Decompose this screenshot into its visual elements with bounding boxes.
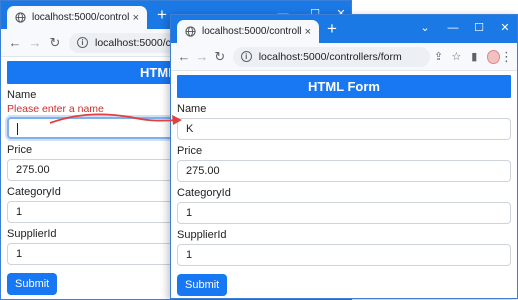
address-bar[interactable]: i localhost:5000/controllers/form [232,46,430,67]
new-tab-button[interactable]: + [157,5,167,25]
text-caret [17,123,18,136]
menu-dots-icon[interactable]: ⋮ [500,50,513,63]
close-tab-icon[interactable]: × [305,26,311,38]
back-arrow-icon[interactable]: ← [5,35,25,50]
tab-title: localhost:5000/controllers/form [32,12,129,23]
globe-icon [15,12,26,23]
tab-bar: localhost:5000/controllers/form × + ⌄ — … [171,15,517,43]
profile-avatar-icon[interactable] [487,49,501,64]
forward-arrow-icon[interactable]: → [25,35,45,50]
reload-icon[interactable]: ↻ [45,35,65,51]
url-text: localhost:5000/controllers/form [258,50,402,63]
browser-tab[interactable]: localhost:5000/controllers/form × [7,6,147,29]
window-close-button[interactable]: ✕ [493,19,517,37]
share-icon[interactable]: ⇪ [430,50,448,63]
form-header: HTML Form [177,75,511,98]
supplier-id-label: SupplierId [177,229,227,241]
back-arrow-icon[interactable]: ← [175,49,193,64]
submit-button[interactable]: Submit [7,273,58,295]
submit-button[interactable]: Submit [177,274,228,296]
price-label: Price [177,145,203,157]
close-tab-icon[interactable]: × [133,12,139,24]
maximize-button[interactable]: ☐ [467,19,491,37]
name-label: Name [177,103,207,115]
new-tab-button[interactable]: + [327,19,337,39]
side-panel-icon[interactable]: ▮ [465,50,483,63]
browser-toolbar: ← → ↻ i localhost:5000/controllers/form … [171,43,517,71]
form-page: HTML Form Name K Price 275.00 CategoryId… [171,71,517,298]
forward-arrow-icon[interactable]: → [193,49,211,64]
tab-search-icon[interactable]: ⌄ [413,19,437,37]
info-icon[interactable]: i [240,51,252,62]
reload-icon[interactable]: ↻ [211,49,229,65]
browser-tab[interactable]: localhost:5000/controllers/form × [177,20,319,43]
category-id-label: CategoryId [177,187,231,199]
supplier-id-input[interactable]: 1 [177,244,511,266]
name-input[interactable]: K [177,118,511,140]
price-input[interactable]: 275.00 [177,160,511,182]
info-icon[interactable]: i [77,37,88,48]
globe-icon [185,26,196,37]
category-id-input[interactable]: 1 [177,202,511,224]
minimize-button[interactable]: — [441,19,465,37]
tab-title: localhost:5000/controllers/form [202,26,301,37]
browser-window-front: localhost:5000/controllers/form × + ⌄ — … [170,14,518,299]
bookmark-star-icon[interactable]: ☆ [447,50,465,63]
